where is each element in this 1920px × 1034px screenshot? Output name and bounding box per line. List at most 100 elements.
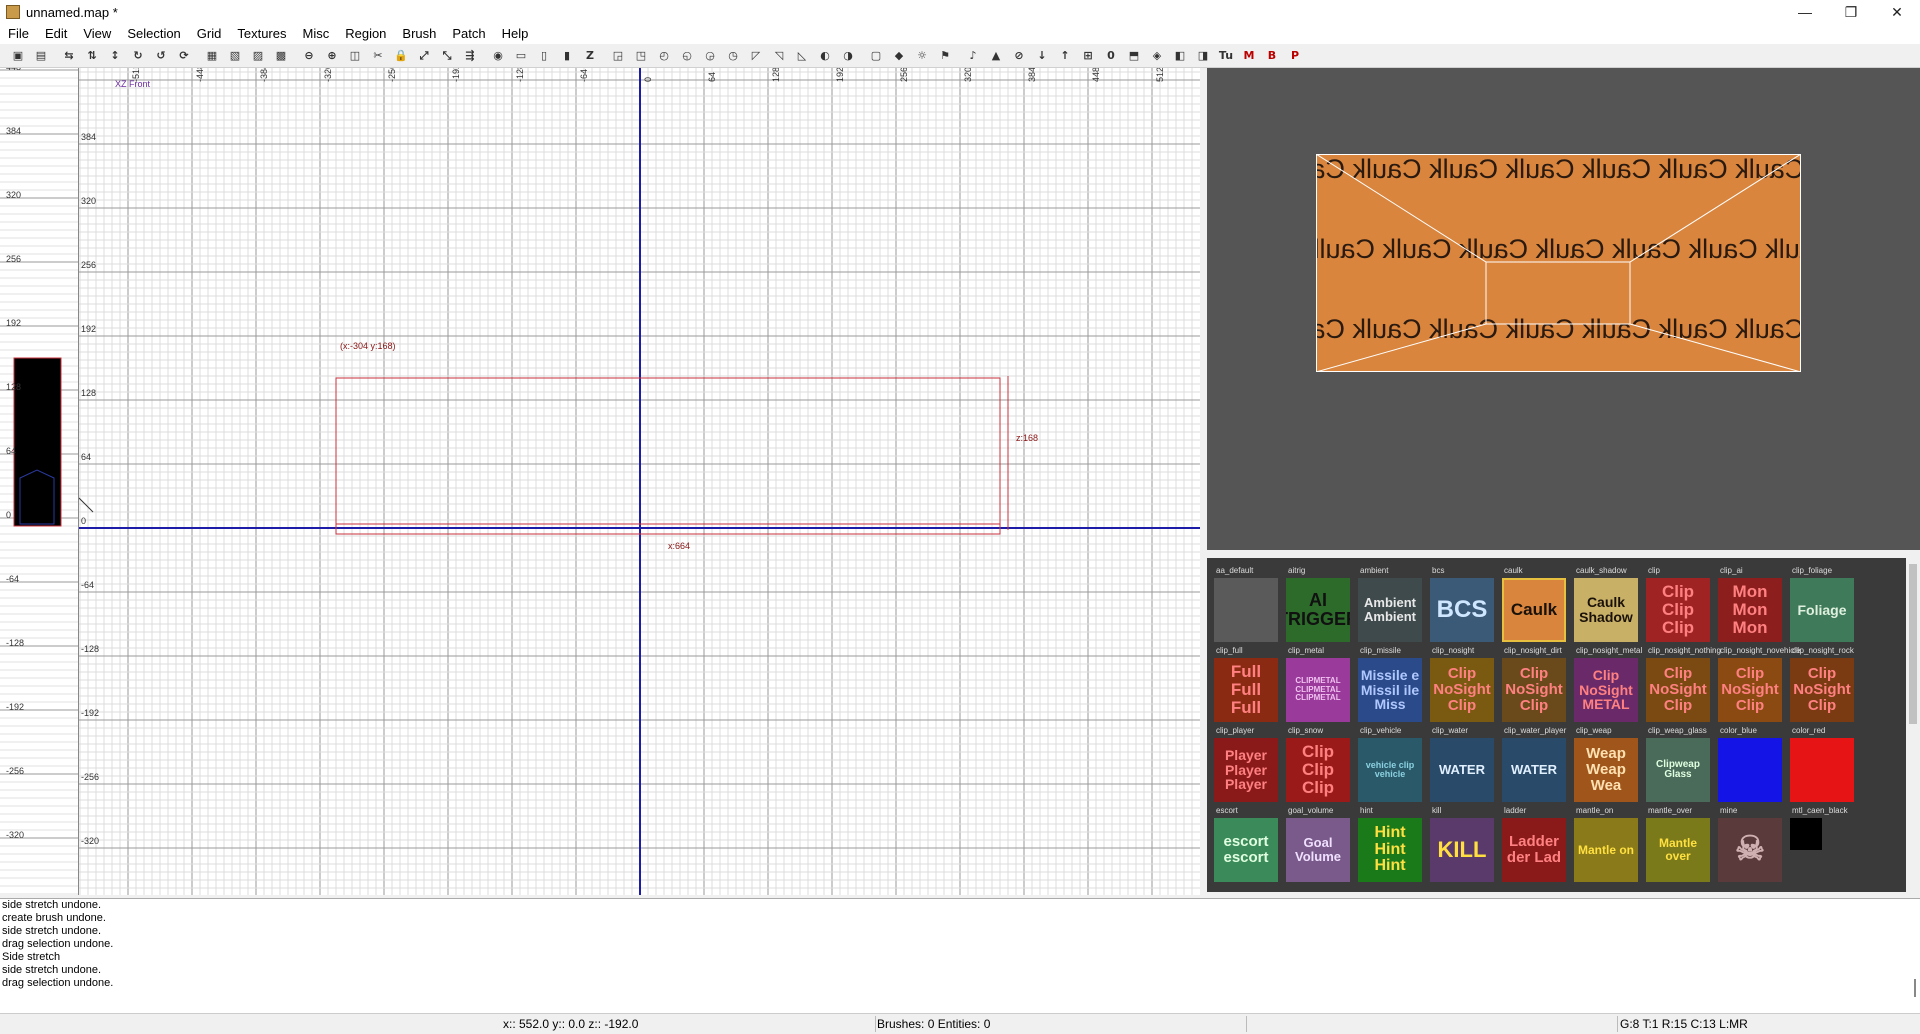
texture-bcs[interactable]: bcs BCS xyxy=(1430,566,1502,646)
texture-clip-vehicle[interactable]: clip_vehicle vehicle clip vehicle xyxy=(1358,726,1430,806)
texture-u-icon[interactable]: ⬒ xyxy=(1124,46,1144,66)
region-icon[interactable]: ▢ xyxy=(866,46,886,66)
menu-textures[interactable]: Textures xyxy=(229,24,294,44)
texture-scrollbar[interactable] xyxy=(1906,558,1920,892)
texture-clip-nosight-nothing[interactable]: clip_nosight_nothing Clip NoSight Clip xyxy=(1646,646,1721,726)
patch-insert-icon[interactable]: ◴ xyxy=(654,46,674,66)
texture-clip-water-player[interactable]: clip_water_player WATER xyxy=(1502,726,1574,806)
texture-kill[interactable]: kill KILL xyxy=(1430,806,1502,886)
texture-clip-water[interactable]: clip_water WATER xyxy=(1430,726,1502,806)
light-icon[interactable]: ☼ xyxy=(912,46,932,66)
zero-icon[interactable]: 0 xyxy=(1101,46,1121,66)
select-touching-icon[interactable]: ▧ xyxy=(225,46,245,66)
camera-path-icon[interactable]: ⚑ xyxy=(935,46,955,66)
texture-hint[interactable]: hint Hint Hint Hint xyxy=(1358,806,1430,886)
show-icon[interactable]: ◑ xyxy=(838,46,858,66)
select-inside-icon[interactable]: ▩ xyxy=(271,46,291,66)
texture-clip-nosight-metal[interactable]: clip_nosight_metal Clip NoSight METAL xyxy=(1574,646,1646,726)
patch-delete-icon[interactable]: ◵ xyxy=(677,46,697,66)
menu-misc[interactable]: Misc xyxy=(295,24,338,44)
brush-icon[interactable]: ◧ xyxy=(1170,46,1190,66)
patch-weld-icon[interactable]: ◹ xyxy=(769,46,789,66)
texture-clip-weap[interactable]: clip_weap Weap Weap Wea xyxy=(1574,726,1646,806)
prefab-icon[interactable]: ◨ xyxy=(1193,46,1213,66)
texture-clip[interactable]: clip Clip Clip Clip xyxy=(1646,566,1718,646)
texture-mantle-over[interactable]: mantle_over Mantle over xyxy=(1646,806,1718,886)
menu-region[interactable]: Region xyxy=(337,24,394,44)
toolbar-text-button[interactable]: Tu xyxy=(1216,46,1236,66)
rotate-x-icon[interactable]: ↻ xyxy=(128,46,148,66)
rotate-z-icon[interactable]: ⟳ xyxy=(174,46,194,66)
entity-icon[interactable]: ◆ xyxy=(889,46,909,66)
texture-clip-weap-glass[interactable]: clip_weap_glass Clipweap Glass xyxy=(1646,726,1718,806)
view-xy-icon[interactable]: ▭ xyxy=(511,46,531,66)
toolbar-text-button[interactable]: M xyxy=(1239,46,1259,66)
open-icon[interactable]: ▣ xyxy=(8,46,28,66)
texture-clip-ai[interactable]: clip_ai Mon Mon Mon xyxy=(1718,566,1790,646)
view-yz-icon[interactable]: ▮ xyxy=(557,46,577,66)
sound-icon[interactable]: ♪ xyxy=(963,46,983,66)
hide-icon[interactable]: ◐ xyxy=(815,46,835,66)
toolbar-text-button[interactable]: P xyxy=(1285,46,1305,66)
texture-clip-snow[interactable]: clip_snow Clip Clip Clip xyxy=(1286,726,1358,806)
texture-mtl-caen-black[interactable]: mtl_caen_black xyxy=(1790,806,1862,886)
flip-y-icon[interactable]: ⇅ xyxy=(82,46,102,66)
texture-caulk-shadow[interactable]: caulk_shadow Caulk Shadow xyxy=(1574,566,1646,646)
close-button[interactable]: ✕ xyxy=(1874,0,1920,24)
cube-clip-icon[interactable]: ◲ xyxy=(608,46,628,66)
maximize-button[interactable]: ❐ xyxy=(1828,0,1874,24)
texture-clip-nosight[interactable]: clip_nosight Clip NoSight Clip xyxy=(1430,646,1502,726)
texture-clip-nosight-novehicle[interactable]: clip_nosight_novehicle Clip NoSight Clip xyxy=(1718,646,1801,726)
patch-drill-icon[interactable]: ◸ xyxy=(746,46,766,66)
rotate-y-icon[interactable]: ↺ xyxy=(151,46,171,66)
scale-lock-icon[interactable]: ⤡ xyxy=(437,46,457,66)
texture-clip-missile[interactable]: clip_missile Missile e Missil ile Miss xyxy=(1358,646,1430,726)
texture-mine[interactable]: mine ☠ xyxy=(1718,806,1790,886)
texture-aitrig[interactable]: aitrig AI TRIGGER xyxy=(1286,566,1358,646)
menu-brush[interactable]: Brush xyxy=(394,24,444,44)
view-z-icon[interactable]: Z xyxy=(580,46,600,66)
texture-ambient[interactable]: ambient Ambient Ambient xyxy=(1358,566,1430,646)
patch-thicken-icon[interactable]: ◶ xyxy=(700,46,720,66)
csg-subtract-icon[interactable]: ⊖ xyxy=(299,46,319,66)
tex-fit-icon[interactable]: ⤢ xyxy=(414,46,434,66)
camera-view[interactable]: Caulk Caulk Caulk Caulk Caulk Caulk Caul… xyxy=(1207,68,1920,550)
scrollbar-thumb[interactable] xyxy=(1909,564,1917,724)
model-icon[interactable]: ◈ xyxy=(1147,46,1167,66)
flip-z-icon[interactable]: ↕ xyxy=(105,46,125,66)
menu-help[interactable]: Help xyxy=(494,24,537,44)
texture-clip-metal[interactable]: clip_metal CLIPMETAL CLIPMETAL CLIPMETAL xyxy=(1286,646,1358,726)
texture-color-red[interactable]: color_red xyxy=(1790,726,1862,806)
texture-lock-icon[interactable]: 🔒 xyxy=(391,46,411,66)
texture-aa-default[interactable]: aa_default xyxy=(1214,566,1286,646)
patch-cap-icon[interactable]: ◷ xyxy=(723,46,743,66)
menu-grid[interactable]: Grid xyxy=(189,24,230,44)
menu-patch[interactable]: Patch xyxy=(444,24,493,44)
texture-goal-volume[interactable]: goal_volume Goal Volume xyxy=(1286,806,1358,886)
select-partial-icon[interactable]: ▨ xyxy=(248,46,268,66)
move-up-icon[interactable]: ↑ xyxy=(1055,46,1075,66)
minimize-button[interactable]: — xyxy=(1782,0,1828,24)
texture-clip-full[interactable]: clip_full Full Full Full xyxy=(1214,646,1286,726)
texture-clip-nosight-dirt[interactable]: clip_nosight_dirt Clip NoSight Clip xyxy=(1502,646,1574,726)
flip-x-icon[interactable]: ⇆ xyxy=(59,46,79,66)
select-complete-icon[interactable]: ▦ xyxy=(202,46,222,66)
view-xz-icon[interactable]: ▯ xyxy=(534,46,554,66)
move-down-icon[interactable]: ↓ xyxy=(1032,46,1052,66)
csg-hollow-icon[interactable]: ◫ xyxy=(345,46,365,66)
texture-clip-player[interactable]: clip_player Player Player Player xyxy=(1214,726,1286,806)
console-scrollbar[interactable] xyxy=(1914,979,1916,997)
menu-edit[interactable]: Edit xyxy=(37,24,75,44)
csg-merge-icon[interactable]: ⊕ xyxy=(322,46,342,66)
clipper-icon[interactable]: ✂ xyxy=(368,46,388,66)
menu-selection[interactable]: Selection xyxy=(119,24,188,44)
save-icon[interactable]: ▤ xyxy=(31,46,51,66)
texture-clip-nosight-rock[interactable]: clip_nosight_rock Clip NoSight Clip xyxy=(1790,646,1862,726)
texture-ladder[interactable]: ladder Ladder der Lad xyxy=(1502,806,1574,886)
z-view[interactable]: 448 384 320 256 192 128 64 0 -64 -128 -192 -256 -320 xyxy=(0,68,79,895)
texture-clip-foliage[interactable]: clip_foliage Foliage xyxy=(1790,566,1862,646)
cycle-layer-icon[interactable]: ⇶ xyxy=(460,46,480,66)
texture-color-blue[interactable]: color_blue xyxy=(1718,726,1790,806)
texture-escort[interactable]: escort escort escort xyxy=(1214,806,1286,886)
snap-icon[interactable]: ⊞ xyxy=(1078,46,1098,66)
